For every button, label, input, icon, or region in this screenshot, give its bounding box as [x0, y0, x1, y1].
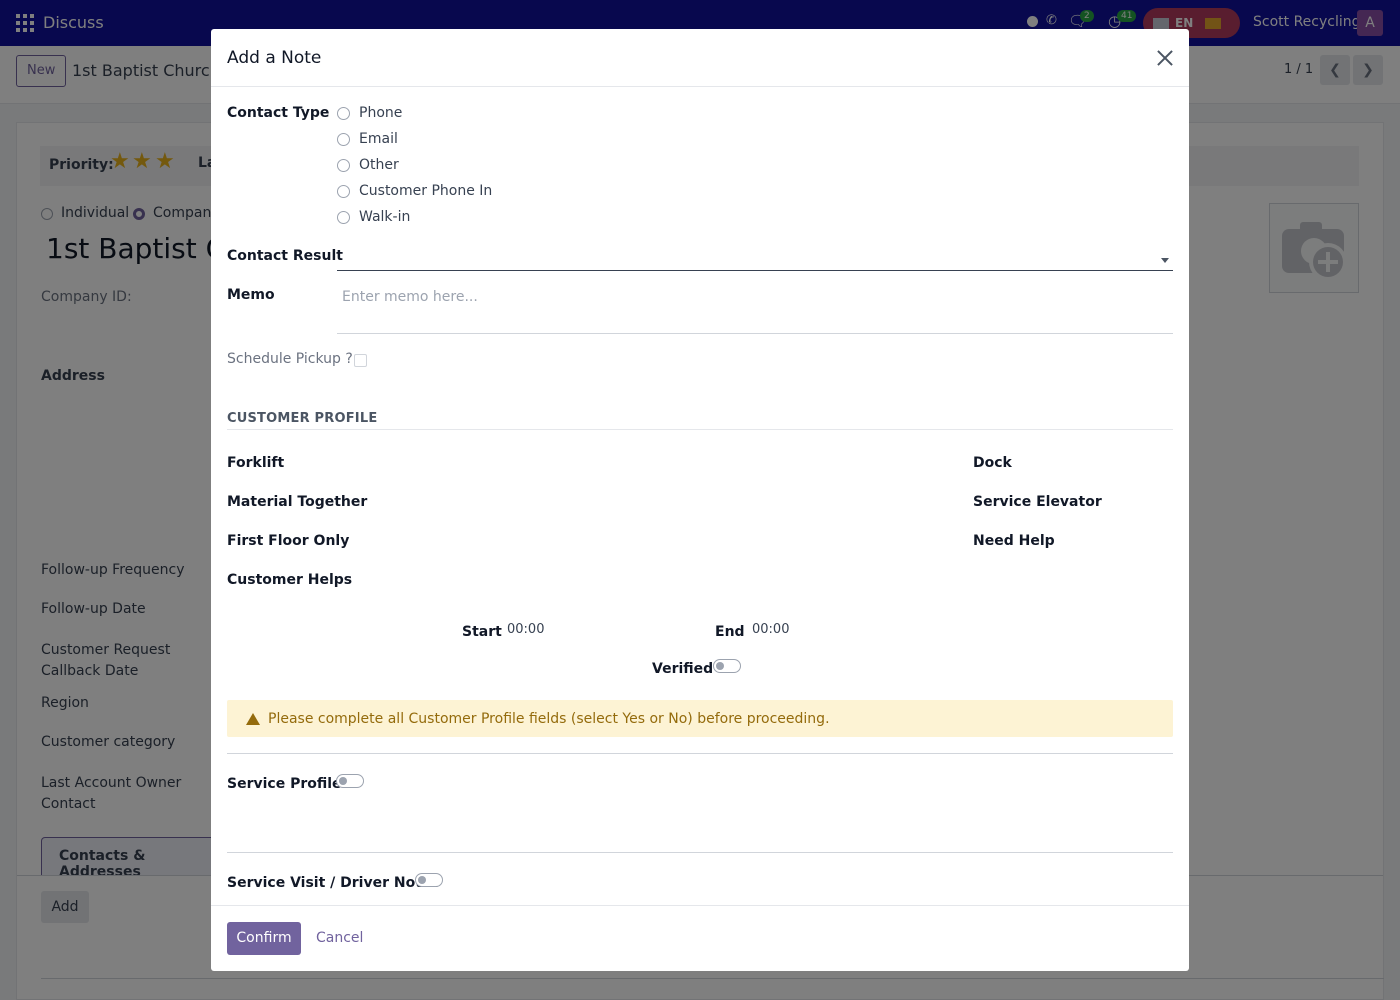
- dock-label: Dock: [973, 455, 1012, 471]
- need-help-label: Need Help: [973, 533, 1055, 549]
- dialog-footer: Confirm Cancel: [211, 905, 1189, 971]
- start-label: Start: [462, 624, 502, 640]
- contact-type-option-label: Other: [359, 157, 399, 173]
- contact-type-option-label: Email: [359, 131, 398, 147]
- end-label: End: [715, 624, 745, 640]
- service-profile-toggle[interactable]: [336, 774, 364, 788]
- customer-helps-label: Customer Helps: [227, 572, 353, 588]
- schedule-pickup-checkbox[interactable]: [354, 354, 367, 367]
- start-time-input[interactable]: 00:00: [507, 622, 544, 637]
- dialog-header: Add a Note: [211, 29, 1189, 87]
- contact-type-option-other[interactable]: Other: [337, 157, 399, 173]
- contact-type-option-walk-in[interactable]: Walk-in: [337, 209, 410, 225]
- warning-text: Please complete all Customer Profile fie…: [268, 710, 830, 727]
- warning-icon: [246, 712, 260, 725]
- service-visit-notes-label: Service Visit / Driver Notes: [227, 875, 440, 891]
- first-floor-only-label: First Floor Only: [227, 533, 350, 549]
- contact-result-select[interactable]: [337, 245, 1173, 271]
- radio-icon[interactable]: [337, 184, 350, 198]
- schedule-pickup-label: Schedule Pickup ?: [227, 351, 353, 367]
- radio-icon[interactable]: [337, 106, 350, 120]
- service-elevator-label: Service Elevator: [973, 494, 1102, 510]
- radio-icon[interactable]: [337, 132, 350, 146]
- memo-input[interactable]: Enter memo here...: [337, 285, 1173, 334]
- contact-type-option-label: Walk-in: [359, 209, 411, 225]
- memo-label: Memo: [227, 287, 275, 303]
- service-visit-notes-toggle[interactable]: [415, 873, 443, 887]
- radio-icon[interactable]: [337, 210, 350, 224]
- memo-placeholder: Enter memo here...: [342, 289, 478, 305]
- add-note-dialog: Add a Note Contact Type Phone Email Othe…: [211, 29, 1189, 971]
- contact-type-option-phone[interactable]: Phone: [337, 105, 402, 121]
- service-profile-label: Service Profile: [227, 776, 342, 792]
- contact-result-label: Contact Result: [227, 248, 343, 264]
- verified-toggle[interactable]: [713, 659, 741, 673]
- forklift-label: Forklift: [227, 455, 285, 471]
- contact-type-option-label: Phone: [359, 105, 403, 121]
- warning-alert: Please complete all Customer Profile fie…: [227, 700, 1173, 737]
- end-time-input[interactable]: 00:00: [752, 622, 789, 637]
- cancel-button[interactable]: Cancel: [316, 930, 363, 946]
- verified-label: Verified: [652, 661, 714, 677]
- customer-profile-title: CUSTOMER PROFILE: [227, 411, 378, 426]
- divider: [227, 753, 1173, 754]
- contact-type-option-label: Customer Phone In: [359, 183, 493, 199]
- material-together-label: Material Together: [227, 494, 368, 510]
- confirm-button[interactable]: Confirm: [227, 922, 301, 955]
- chevron-down-icon[interactable]: [1161, 258, 1169, 263]
- section-divider: [227, 429, 1173, 430]
- divider: [227, 852, 1173, 853]
- close-icon[interactable]: [1155, 48, 1175, 68]
- radio-icon[interactable]: [337, 158, 350, 172]
- dialog-title: Add a Note: [227, 48, 322, 68]
- contact-type-option-customer-phone-in[interactable]: Customer Phone In: [337, 183, 492, 199]
- contact-type-label: Contact Type: [227, 105, 330, 121]
- contact-type-option-email[interactable]: Email: [337, 131, 398, 147]
